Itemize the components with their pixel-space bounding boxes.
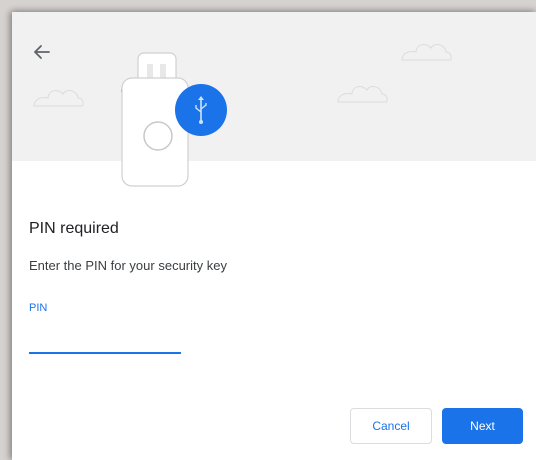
back-button[interactable] <box>30 40 54 64</box>
cloud-decoration <box>337 86 388 103</box>
usb-security-key-icon <box>121 52 227 187</box>
usb-icon <box>175 84 227 136</box>
pin-field-label: PIN <box>29 302 48 314</box>
security-key-pin-dialog: PIN required Enter the PIN for your secu… <box>12 12 536 460</box>
pin-input[interactable] <box>29 320 181 354</box>
cloud-decoration <box>401 44 452 61</box>
cancel-button[interactable]: Cancel <box>350 408 432 444</box>
dialog-title: PIN required <box>29 220 119 237</box>
dialog-subtitle: Enter the PIN for your security key <box>29 258 227 273</box>
security-key-illustration <box>12 12 536 187</box>
cloud-decoration <box>33 90 84 107</box>
next-button[interactable]: Next <box>442 408 523 444</box>
arrow-back-icon <box>34 45 50 59</box>
